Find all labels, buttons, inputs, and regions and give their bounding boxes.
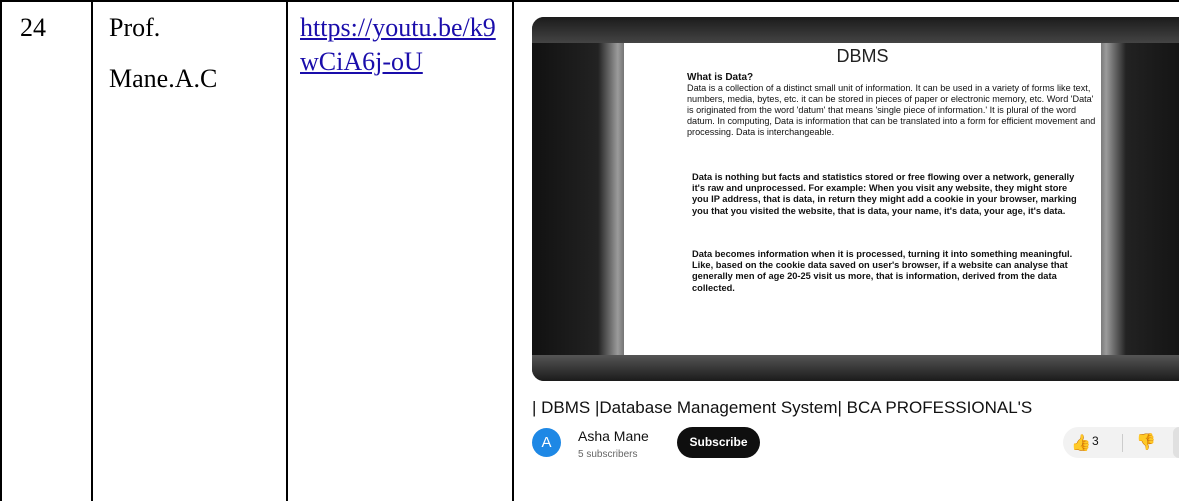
like-dislike-group: 👍 3 👎 [1063,427,1179,458]
table-border-4 [512,0,514,501]
table-border-3 [286,0,288,501]
table-top-border [0,0,1179,2]
faculty-line-1: Prof. [109,13,161,42]
share-button-edge[interactable] [1173,427,1179,458]
channel-avatar[interactable]: A [532,428,561,457]
video-bottom-bar [532,355,1179,381]
table-border-1 [0,0,2,501]
subscriber-count: 5 subscribers [578,449,638,460]
slide-paragraph-2: Data is nothing but facts and statistics… [692,172,1077,216]
video-slide: DBMS What is Data? Data is a collection … [624,43,1101,358]
slide-paragraph-1: Data is a collection of a distinct small… [687,83,1096,138]
faculty-line-2: Mane.A.C [109,64,218,93]
video-title[interactable]: | DBMS |Database Management System| BCA … [532,398,1032,418]
video-link[interactable]: https://youtu.be/k9wCiA6j-oU [300,11,496,79]
video-top-bar [532,17,1179,43]
subscribe-button[interactable]: Subscribe [677,427,760,458]
thumbs-down-icon[interactable]: 👎 [1136,432,1156,451]
row-number: 24 [20,13,46,42]
like-separator [1122,434,1123,452]
like-count: 3 [1092,434,1099,448]
slide-title: DBMS [836,46,889,66]
table-border-2 [91,0,93,501]
video-player[interactable]: DBMS What is Data? Data is a collection … [532,17,1179,381]
table: 24 Prof. Mane.A.C https://youtu.be/k9wCi… [0,0,1179,501]
thumbs-up-icon[interactable]: 👍 [1071,433,1091,452]
slide-paragraph-3: Data becomes information when it is proc… [692,249,1073,293]
channel-name[interactable]: Asha Mane [578,428,649,444]
slide-subtitle: What is Data? [687,72,754,83]
